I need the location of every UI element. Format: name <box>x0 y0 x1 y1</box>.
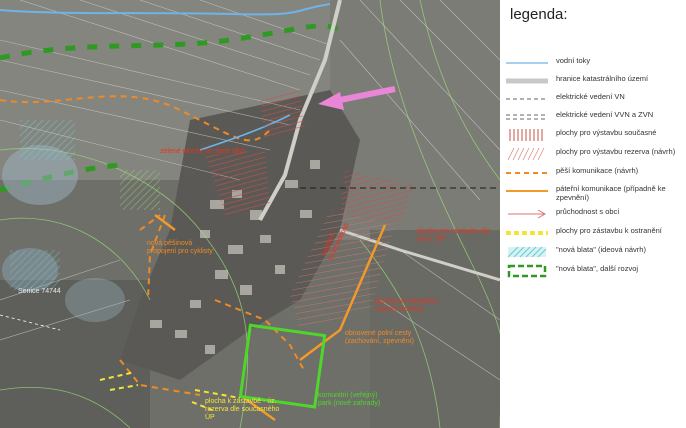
legend-item-reserve: plochy pro výstavbu rezerva (návrh) <box>500 145 686 163</box>
main-road-icon <box>506 190 548 192</box>
label-vystavba-rezerva: plochy pro výstavbu - územní rezerva <box>375 298 442 313</box>
label-town: Senice 74744 <box>18 288 61 295</box>
label-zastavba-rezerva: plocha k zástavbě - úz. rezerva dle souč… <box>205 398 280 421</box>
legend-label: "nová blata", další rozvoj <box>556 264 639 273</box>
legend-label: průchodnost s obcí <box>556 207 620 216</box>
legend: legenda: vodní toky hranice katastrálníh… <box>500 0 686 428</box>
map-canvas <box>0 0 500 428</box>
legend-item-current: plochy pro výstavbu současné <box>500 126 686 144</box>
footpath-icon <box>506 172 548 174</box>
legend-label: "nová blata" (ideová návrh) <box>556 245 646 254</box>
legend-label: plochy pro výstavbu současné <box>556 128 657 137</box>
label-komunitni-park: komunitní (veřejný) park (nové zahrady) <box>318 392 381 407</box>
label-zelene-plochy: zelené plochy ve staré obci <box>160 148 245 155</box>
legend-label: plochy pro výstavbu rezerva (návrh) <box>556 147 676 156</box>
legend-item-vn: elektrické vedení VN <box>500 90 686 108</box>
legend-item-green-box: "nová blata", další rozvoj <box>500 262 686 280</box>
legend-item-cadastral: hranice katastrálního území <box>500 72 686 90</box>
legend-item-footpath: pěší komunikace (návrh) <box>500 164 686 182</box>
cyan-hatch-icon <box>507 246 547 258</box>
figure: zelené plochy ve staré obci nová pěšinov… <box>0 0 686 428</box>
legend-label: hranice katastrálního území <box>556 74 649 83</box>
legend-label: pěší komunikace (návrh) <box>556 166 639 175</box>
label-polni-cesty: obnovené polní cesty (zachování, zpevněn… <box>345 330 414 345</box>
legend-label: elektrické vedení VVN a ZVN <box>556 110 654 119</box>
legend-item-vvn: elektrické vedení VVN a ZVN <box>500 108 686 126</box>
legend-label: páteřní komunikace (případně ke zpevnění… <box>556 184 666 202</box>
hatch-current-icon <box>509 129 543 141</box>
legend-label: vodní toky <box>556 56 591 65</box>
legend-item-yellow: plochy pro zástavbu k ostranění <box>500 224 686 242</box>
aerial-map: zelené plochy ve staré obci nová pěšinov… <box>0 0 500 428</box>
green-dashed-box-icon <box>507 264 547 278</box>
legend-item-water: vodní toky <box>500 54 686 72</box>
legend-label: plochy pro zástavbu k ostranění <box>556 226 662 235</box>
power-line-vvn-icon <box>506 114 548 120</box>
legend-title: legenda: <box>510 6 568 23</box>
arrow-icon <box>508 209 547 219</box>
legend-label: elektrické vedení VN <box>556 92 625 101</box>
legend-item-arrow: průchodnost s obcí <box>500 205 686 223</box>
water-line-icon <box>506 62 548 64</box>
power-line-vn-icon <box>506 98 548 100</box>
cadastral-boundary-icon <box>506 78 548 84</box>
legend-item-cyan: "nová blata" (ideová návrh) <box>500 243 686 261</box>
yellow-hatch-icon <box>506 231 548 235</box>
label-nova-pesi: nová pěšinová propojení pro cyklisty <box>147 240 213 255</box>
legend-item-main-road: páteřní komunikace (případně ke zpevnění… <box>500 182 686 206</box>
hatch-reserve-icon <box>507 147 545 161</box>
label-vystavba-up: plochy pro výstavbu dle souč. ÚP <box>417 228 491 243</box>
